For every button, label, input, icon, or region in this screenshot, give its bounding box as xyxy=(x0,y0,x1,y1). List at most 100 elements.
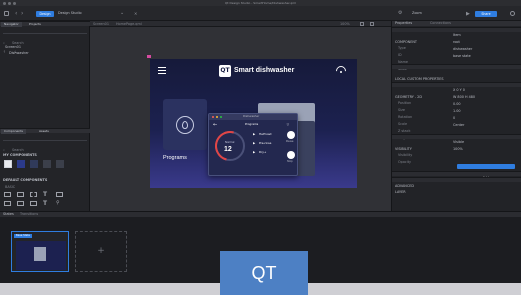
components-tabs: Components Assets xyxy=(0,128,90,134)
tab-projects[interactable]: Projects xyxy=(26,22,44,27)
search-icon: ⌕ xyxy=(3,148,5,152)
selection-handle[interactable] xyxy=(147,55,151,58)
programs-label: Programs xyxy=(163,155,187,161)
dial-label: Normal xyxy=(225,141,235,144)
add-state-button[interactable]: + xyxy=(75,231,127,272)
section-default-components[interactable]: DEFAULT COMPONENTS xyxy=(3,178,47,182)
app-window: Qt Design Studio - SmartHome/Dishwasher.… xyxy=(0,0,521,283)
label-component-icon[interactable]: T xyxy=(43,200,47,207)
section-geometry[interactable]: GEOMETRY - 2D xyxy=(392,82,521,99)
sub-section-basic[interactable]: BASIC xyxy=(5,185,15,189)
back-arrow-icon[interactable]: ← xyxy=(213,122,217,128)
wifi-icon[interactable] xyxy=(336,66,346,74)
properties-tabs: Properties Connections xyxy=(392,21,521,26)
settings-icon[interactable]: ⚙ xyxy=(398,10,402,16)
grid-component-icon[interactable] xyxy=(30,192,37,197)
option-label: Half load xyxy=(259,131,272,136)
tab-connections[interactable]: Connections xyxy=(430,21,451,25)
home-icon[interactable] xyxy=(4,11,9,16)
column-component-icon[interactable] xyxy=(17,201,24,206)
text-component-icon[interactable]: T xyxy=(43,191,47,198)
prop-state[interactable]: Statebase state xyxy=(398,54,516,71)
dial-value: 12 xyxy=(224,146,232,153)
tab-assets[interactable]: Assets xyxy=(36,129,52,134)
component-tile[interactable] xyxy=(30,160,38,168)
section-advanced[interactable]: ADVANCED xyxy=(392,171,521,188)
canvas-screen-label[interactable]: Screen01 xyxy=(93,22,109,26)
tree-item[interactable]: Screen01 xyxy=(5,45,21,49)
play-icon[interactable]: ▶ xyxy=(466,11,470,17)
grid-icon[interactable] xyxy=(370,22,374,26)
section-visibility[interactable]: VISIBILITY xyxy=(392,134,521,151)
hamburger-menu-icon[interactable] xyxy=(158,67,166,74)
stop-button[interactable] xyxy=(287,151,295,159)
image-component-icon[interactable] xyxy=(56,192,63,197)
add-property-button[interactable]: Add xyxy=(457,164,515,180)
option-label: Dry+ xyxy=(259,149,267,154)
tab-states[interactable]: States xyxy=(3,212,14,216)
prop-opacity[interactable]: Opacity 100% xyxy=(398,147,516,164)
popup-minimize-button[interactable] xyxy=(216,115,219,119)
qt-logo: QT xyxy=(219,65,231,77)
popup-maximize-button[interactable] xyxy=(220,115,223,119)
play-icon: ▶ xyxy=(253,132,256,136)
component-tile[interactable] xyxy=(4,160,12,168)
pause-button[interactable] xyxy=(287,131,295,139)
button-component-icon[interactable] xyxy=(4,192,11,197)
base-state-card[interactable]: Base State xyxy=(11,231,69,272)
dishwasher-screen[interactable]: QT Smart dishwasher Programs Dishwasher … xyxy=(150,59,357,188)
component-tile[interactable] xyxy=(56,160,64,168)
device-header: QT Smart dishwasher xyxy=(150,59,357,85)
programs-card[interactable] xyxy=(163,99,207,150)
prop-origin[interactable]: OriginCenter xyxy=(398,123,516,140)
option-row[interactable]: ▶ Pre-rinse xyxy=(253,139,283,148)
chevron-down-icon[interactable]: ⌄ xyxy=(120,10,124,16)
base-state-badge: Base State xyxy=(14,234,33,238)
program-options: ▶ Half load ▶ Pre-rinse ▶ Dry+ xyxy=(253,130,283,157)
mode-label: Design Studio xyxy=(58,11,82,15)
section-my-components[interactable]: MY COMPONENTS xyxy=(3,153,37,157)
navigator-search[interactable]: ⌕ Search xyxy=(3,29,87,45)
search-placeholder: Search xyxy=(12,148,24,152)
tab-transitions[interactable]: Transitions xyxy=(20,212,38,216)
zoom-dropdown[interactable]: Zoom xyxy=(412,11,422,15)
component-tile[interactable] xyxy=(17,160,25,168)
canvas-file-label[interactable]: HomePage.qml xyxy=(116,22,142,26)
close-document-icon[interactable]: ✕ xyxy=(134,11,137,16)
user-icon[interactable] xyxy=(510,10,515,16)
back-arrow-icon[interactable]: ‹ xyxy=(15,10,17,17)
navigator-panel: Navigator Projects ⌕ Search ↑ ↓ Screen01… xyxy=(0,21,90,231)
option-row[interactable]: ▶ Half load xyxy=(253,130,283,139)
popup-title: Dishwasher xyxy=(243,114,260,119)
window-title: Qt Design Studio - SmartHome/Dishwasher.… xyxy=(224,1,297,6)
states-tabs: States Transitions xyxy=(0,212,521,217)
tab-components[interactable]: Components xyxy=(1,129,26,134)
main-toolbar: ‹ › Design Design Studio ⌄ ✕ ⚙ Zoom ▶ Sh… xyxy=(0,6,521,21)
prop-scale[interactable]: Scale 1.00 xyxy=(398,109,516,126)
option-row[interactable]: ▶ Dry+ xyxy=(253,148,283,157)
flow-component-icon[interactable] xyxy=(30,201,37,206)
share-button[interactable]: Share xyxy=(475,10,497,17)
tab-navigator[interactable]: Navigator xyxy=(1,22,22,27)
program-dial[interactable]: Normal 12 xyxy=(209,125,251,167)
tree-item[interactable]: Dishwasher xyxy=(9,51,29,55)
program-popup[interactable]: Dishwasher ← Programs ⌔ Normal 12 ▶ Half… xyxy=(208,113,298,176)
component-tile[interactable] xyxy=(43,160,51,168)
fit-icon[interactable] xyxy=(360,22,364,26)
icon-component-icon[interactable]: ⚲ xyxy=(56,200,60,206)
section-layer[interactable]: LAYER xyxy=(392,177,521,194)
state-thumbnail xyxy=(16,241,66,270)
zoom-level[interactable]: 100% xyxy=(340,22,350,26)
rectangle-component-icon[interactable] xyxy=(17,192,24,197)
components-search[interactable]: ⌕ Search xyxy=(3,136,87,152)
popup-close-button[interactable] xyxy=(212,115,215,119)
forward-arrow-icon[interactable]: › xyxy=(21,10,23,17)
row-component-icon[interactable] xyxy=(4,201,11,206)
arrow-up-icon[interactable]: ↑ xyxy=(3,50,6,54)
section-custom-properties[interactable]: LOCAL CUSTOM PROPERTIES xyxy=(392,64,521,81)
water-drop-icon xyxy=(176,116,194,134)
tab-properties[interactable]: Properties xyxy=(395,21,412,25)
section-component[interactable]: COMPONENT xyxy=(392,27,521,44)
design-mode-button[interactable]: Design xyxy=(36,10,54,17)
properties-panel: Properties Connections COMPONENT Type Ite… xyxy=(391,21,521,231)
